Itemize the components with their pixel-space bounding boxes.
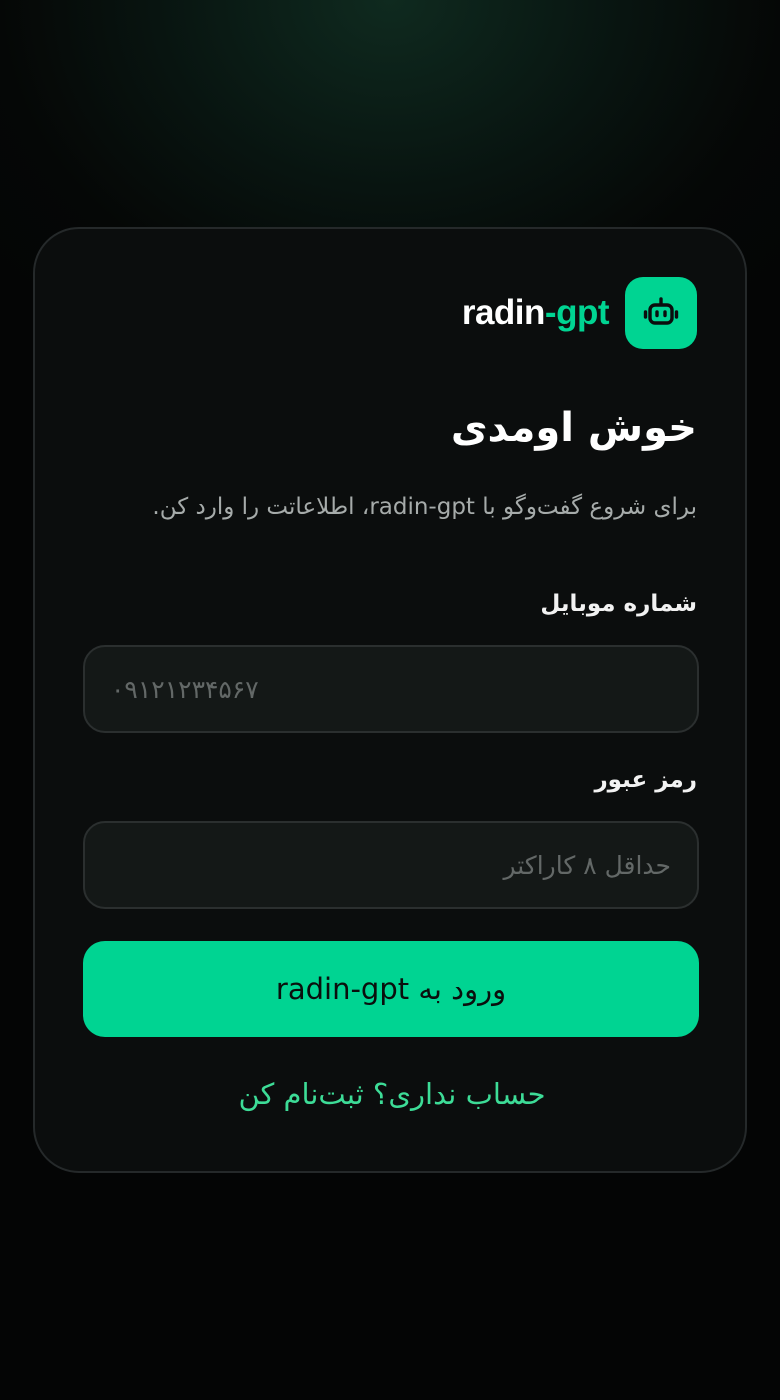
login-button[interactable]: ورود به radin-gpt	[83, 941, 699, 1037]
page-subtitle: برای شروع گفت‌وگو با radin-gpt، اطلاعاتت…	[152, 494, 697, 520]
brand-name-primary: radin	[461, 293, 546, 332]
page-title: خوش اومدی	[450, 405, 697, 451]
bot-icon	[625, 277, 697, 349]
brand-name-accent: -gpt	[544, 293, 610, 332]
password-input[interactable]	[83, 821, 699, 909]
brand-name: radin-gpt	[461, 293, 610, 333]
signup-link[interactable]: حساب نداری؟ ثبت‌نام کن	[35, 1077, 749, 1111]
password-label: رمز عبور	[594, 767, 697, 793]
login-card: radin-gpt خوش اومدی برای شروع گفت‌وگو با…	[33, 227, 747, 1173]
brand-header: radin-gpt	[462, 277, 697, 349]
phone-label: شماره موبایل	[540, 591, 697, 617]
phone-input[interactable]	[83, 645, 699, 733]
